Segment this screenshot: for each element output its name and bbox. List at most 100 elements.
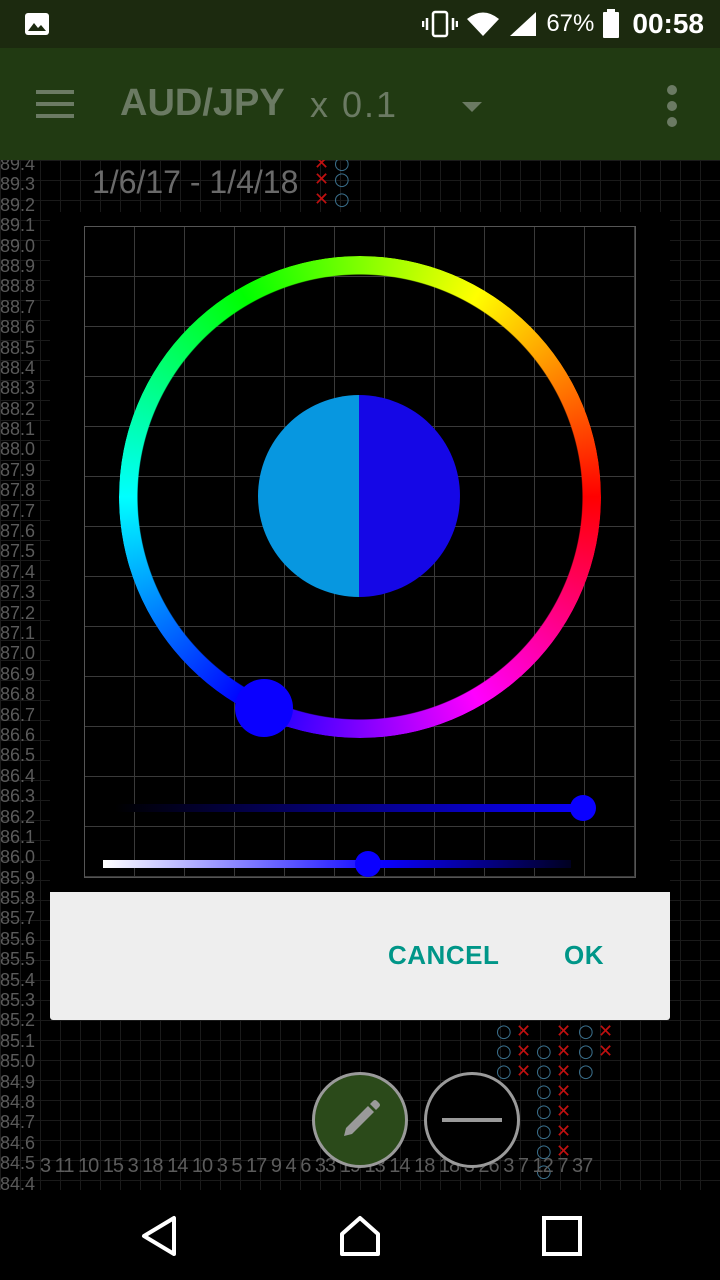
o-mark: ○ [536, 1041, 552, 1062]
y-tick-label: 84.8 [0, 1091, 36, 1112]
o-mark: ○ [334, 169, 350, 190]
app-bar: AUD/JPY x 0.1 [0, 48, 720, 160]
o-mark: ○ [578, 1061, 594, 1082]
color-picker-dialog: CANCEL OK [50, 212, 670, 1020]
y-tick-label: 89.4 [0, 160, 36, 174]
y-tick-label: 84.7 [0, 1112, 36, 1133]
y-tick-label: 87.4 [0, 561, 36, 582]
y-tick-label: 89.0 [0, 235, 36, 256]
y-tick-label: 85.7 [0, 908, 36, 929]
y-tick-label: 87.3 [0, 582, 36, 603]
overflow-icon[interactable] [662, 82, 682, 130]
x-mark: ✕ [314, 189, 330, 210]
y-tick-label: 88.1 [0, 419, 36, 440]
y-tick-label: 86.4 [0, 765, 36, 786]
y-tick-label: 85.4 [0, 969, 36, 990]
horizontal-line-icon [442, 1118, 502, 1122]
y-tick-label: 88.3 [0, 378, 36, 399]
saturation-thumb[interactable] [570, 795, 596, 821]
y-tick-label: 85.1 [0, 1030, 36, 1051]
edit-button[interactable] [312, 1072, 408, 1168]
y-tick-label: 85.9 [0, 867, 36, 888]
saturation-slider[interactable] [115, 804, 589, 812]
y-tick-label: 89.1 [0, 215, 36, 236]
status-bar: 67% 00:58 [0, 0, 720, 48]
y-tick-label: 87.8 [0, 480, 36, 501]
y-tick-label: 86.7 [0, 704, 36, 725]
x-mark: ✕ [598, 1041, 614, 1062]
y-tick-label: 87.5 [0, 541, 36, 562]
y-tick-label: 88.7 [0, 296, 36, 317]
ok-button[interactable]: OK [564, 940, 604, 971]
y-tick-label: 85.2 [0, 1010, 36, 1031]
x-mark: ✕ [556, 1021, 572, 1042]
x-mark: ✕ [556, 1121, 572, 1142]
symbol-title[interactable]: AUD/JPY [120, 82, 285, 125]
color-picker [84, 226, 636, 878]
value-slider[interactable] [103, 860, 571, 868]
y-axis: 89.4 89.3 89.2 89.1 89.0 88.9 88.8 88.7 88.6 88.5… [0, 160, 46, 1190]
y-tick-label: 86.0 [0, 847, 36, 868]
y-tick-label: 89.2 [0, 194, 36, 215]
y-tick-label: 87.7 [0, 500, 36, 521]
y-tick-label: 87.1 [0, 622, 36, 643]
y-tick-label: 85.0 [0, 1051, 36, 1072]
o-mark: ○ [334, 189, 350, 210]
y-tick-label: 85.6 [0, 928, 36, 949]
y-tick-label: 89.3 [0, 174, 36, 195]
y-tick-label: 88.4 [0, 357, 36, 378]
y-tick-label: 88.0 [0, 439, 36, 460]
y-tick-label: 86.8 [0, 684, 36, 705]
dropdown-icon[interactable] [460, 100, 484, 114]
o-mark: ○ [536, 1061, 552, 1082]
o-mark: ○ [536, 1081, 552, 1102]
new-color-swatch [359, 395, 460, 597]
battery-percent: 67% [546, 10, 595, 37]
y-tick-label: 86.6 [0, 724, 36, 745]
x-mark: ✕ [556, 1041, 572, 1062]
o-mark: ○ [578, 1021, 594, 1042]
y-tick-label: 86.5 [0, 745, 36, 766]
x-mark: ✕ [314, 169, 330, 190]
back-icon[interactable] [138, 1214, 182, 1258]
x-mark: ✕ [516, 1041, 532, 1062]
y-tick-label: 86.3 [0, 786, 36, 807]
y-tick-label: 88.6 [0, 317, 36, 338]
y-tick-label: 87.0 [0, 643, 36, 664]
box-size-multiplier[interactable]: x 0.1 [310, 84, 398, 126]
navigation-bar [0, 1190, 720, 1280]
y-tick-label: 86.2 [0, 806, 36, 827]
value-thumb[interactable] [355, 851, 381, 877]
y-tick-label: 87.9 [0, 459, 36, 480]
o-mark: ○ [536, 1101, 552, 1122]
y-tick-label: 85.3 [0, 990, 36, 1011]
pencil-icon [344, 1100, 380, 1136]
signal-icon [510, 12, 537, 36]
o-mark: ○ [496, 1041, 512, 1062]
x-mark: ✕ [516, 1021, 532, 1042]
y-tick-label: 88.5 [0, 337, 36, 358]
y-tick-label: 85.5 [0, 949, 36, 970]
dialog-button-bar: CANCEL OK [50, 892, 670, 1020]
y-tick-label: 88.9 [0, 255, 36, 276]
x-mark: ✕ [598, 1021, 614, 1042]
y-tick-label: 87.2 [0, 602, 36, 623]
draw-line-button[interactable] [424, 1072, 520, 1168]
cancel-button[interactable]: CANCEL [388, 940, 499, 971]
o-mark: ○ [496, 1021, 512, 1042]
x-mark: ✕ [556, 1061, 572, 1082]
y-tick-label: 87.6 [0, 521, 36, 542]
o-mark: ○ [578, 1041, 594, 1062]
date-range: 1/6/17 - 1/4/18 [92, 164, 299, 200]
y-tick-label: 86.1 [0, 826, 36, 847]
old-color-swatch[interactable] [258, 395, 359, 597]
battery-icon [603, 9, 620, 38]
hue-thumb[interactable] [235, 679, 293, 737]
y-tick-label: 84.9 [0, 1071, 36, 1092]
home-icon[interactable] [338, 1214, 382, 1258]
o-mark: ○ [536, 1121, 552, 1142]
y-tick-label: 85.8 [0, 888, 36, 909]
clock: 00:58 [632, 8, 704, 39]
menu-icon[interactable] [36, 88, 76, 120]
recents-icon[interactable] [540, 1214, 584, 1258]
